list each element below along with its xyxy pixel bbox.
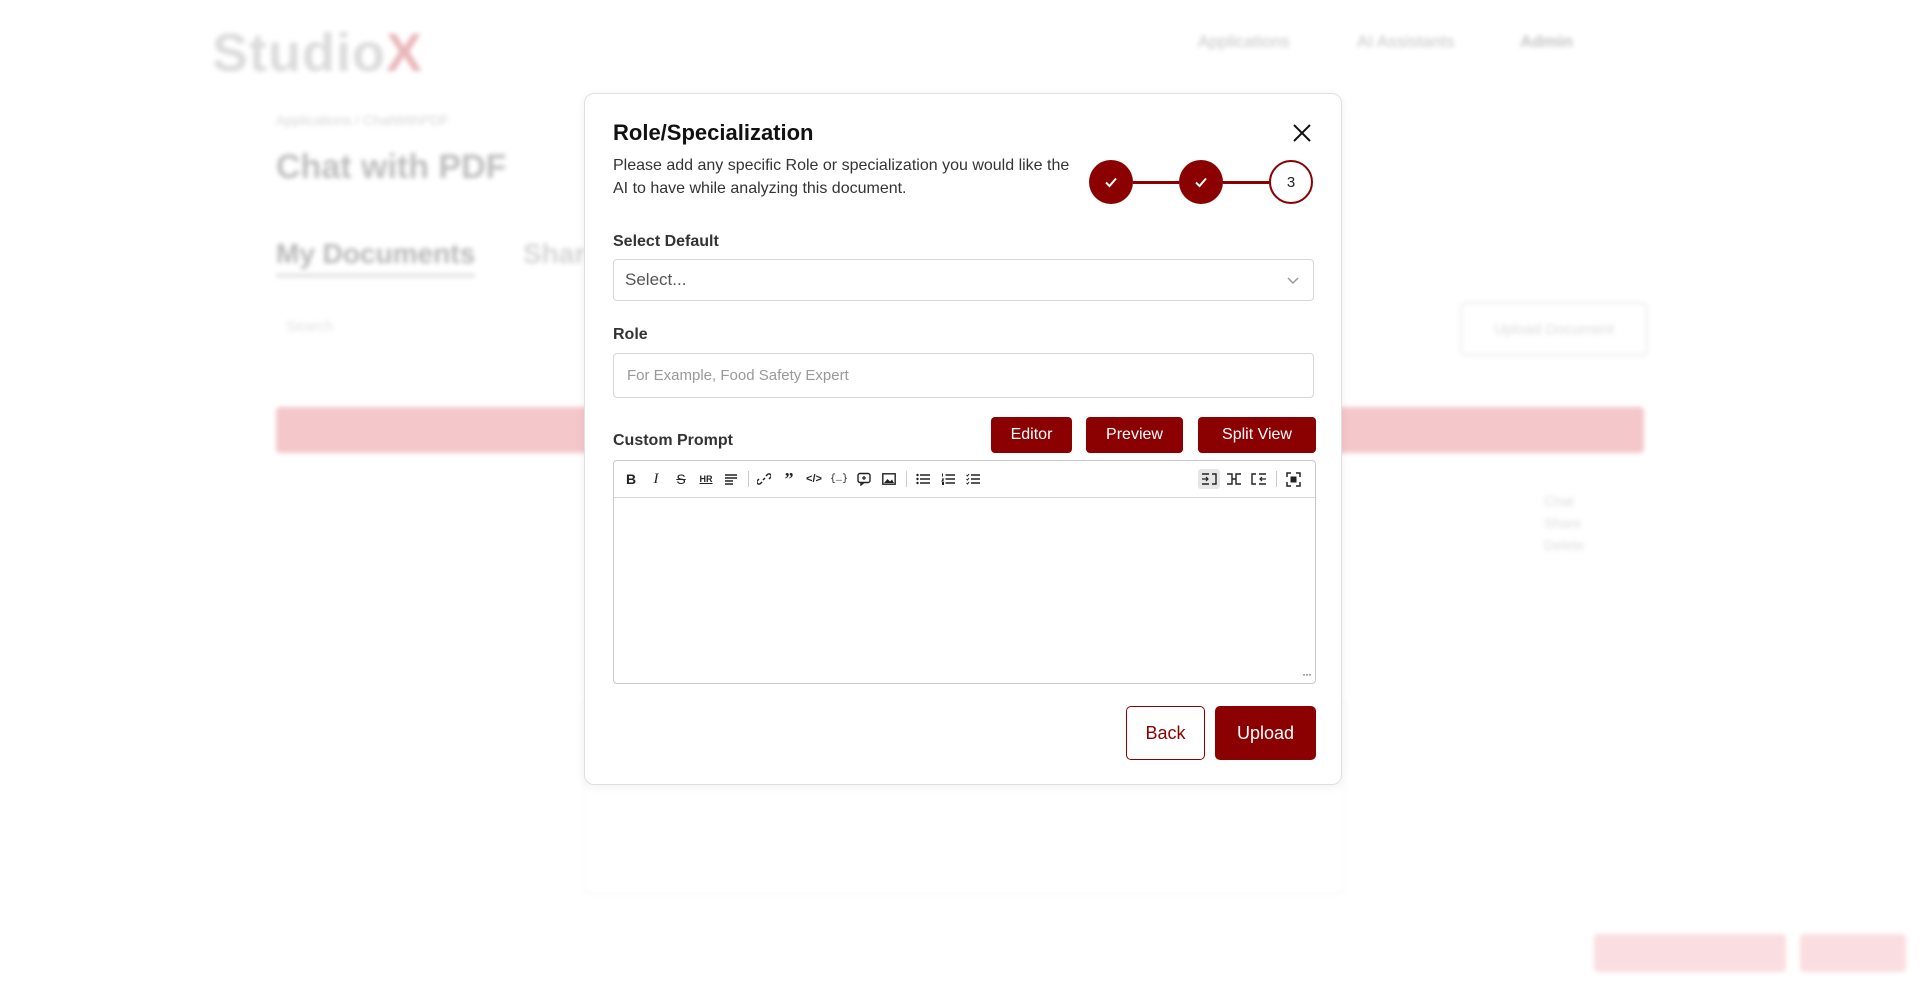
editor-button[interactable]: Editor xyxy=(991,417,1072,453)
upload-document-button: Upload Document xyxy=(1460,302,1648,356)
italic-icon[interactable]: I xyxy=(645,469,667,489)
role-input[interactable] xyxy=(613,353,1314,398)
role-label: Role xyxy=(613,326,648,343)
select-default-value: Select... xyxy=(625,270,687,289)
step-connector xyxy=(1133,181,1179,184)
comment-icon[interactable] xyxy=(853,469,875,489)
nav-ai-assistants: AI Assistants xyxy=(1357,32,1455,51)
custom-prompt-label: Custom Prompt xyxy=(613,432,733,449)
custom-prompt-editor: B I S HR ” </> {…} ··· xyxy=(613,460,1316,684)
chevron-down-icon xyxy=(1287,277,1299,285)
preview-button[interactable]: Preview xyxy=(1086,417,1183,453)
breadcrumb: Applications / ChatWithPDF xyxy=(276,112,449,128)
strikethrough-icon[interactable]: S xyxy=(670,469,692,489)
select-default-dropdown[interactable]: Select... xyxy=(613,259,1314,301)
horizontal-rule-icon[interactable]: HR xyxy=(695,469,717,489)
stepper: 3 xyxy=(1089,160,1317,206)
resize-handle[interactable]: ··· xyxy=(1302,667,1312,681)
bold-icon[interactable]: B xyxy=(620,469,642,489)
modal-description: Please add any specific Role or speciali… xyxy=(613,157,1070,197)
row-actions: Chat Share Delete xyxy=(1544,493,1585,553)
upload-button[interactable]: Upload xyxy=(1215,706,1316,760)
edit-mode-icon[interactable] xyxy=(1198,469,1220,489)
custom-prompt-textarea[interactable] xyxy=(614,498,1315,682)
title-icon[interactable] xyxy=(720,469,742,489)
close-icon xyxy=(1293,124,1311,142)
preview-mode-icon[interactable] xyxy=(1248,469,1270,489)
link-icon[interactable] xyxy=(753,469,775,489)
back-button[interactable]: Back xyxy=(1126,706,1205,760)
modal-title: Role/Specialization xyxy=(613,120,814,145)
live-mode-icon[interactable] xyxy=(1223,469,1245,489)
nav-admin: Admin xyxy=(1520,32,1573,51)
tab-my-documents: My Documents xyxy=(276,238,476,277)
check-icon xyxy=(1195,177,1207,188)
sign-out-button xyxy=(1800,934,1906,972)
editor-toolbar: B I S HR ” </> {…} xyxy=(614,461,1315,498)
check-icon xyxy=(1105,177,1117,188)
image-icon[interactable] xyxy=(878,469,900,489)
language-select xyxy=(1594,934,1786,972)
step-1 xyxy=(1089,160,1133,204)
ordered-list-icon[interactable] xyxy=(937,469,959,489)
step-3: 3 xyxy=(1269,160,1313,204)
checklist-icon[interactable] xyxy=(962,469,984,489)
unordered-list-icon[interactable] xyxy=(912,469,934,489)
select-default-label: Select Default xyxy=(613,233,719,250)
step-connector xyxy=(1223,181,1269,184)
nav-applications: Applications xyxy=(1198,32,1290,51)
step-2 xyxy=(1179,160,1223,204)
code-icon[interactable]: </> xyxy=(803,469,825,489)
close-button[interactable] xyxy=(1287,118,1317,148)
page-title: Chat with PDF xyxy=(276,148,507,186)
search-input: Search xyxy=(286,318,334,335)
app-logo: StudioX xyxy=(212,23,423,83)
role-specialization-modal: Role/Specialization Please add any speci… xyxy=(584,93,1342,785)
code-block-icon[interactable]: {…} xyxy=(828,469,850,489)
quote-icon[interactable]: ” xyxy=(778,469,800,489)
fullscreen-icon[interactable] xyxy=(1282,469,1304,489)
split-view-button[interactable]: Split View xyxy=(1198,417,1316,453)
